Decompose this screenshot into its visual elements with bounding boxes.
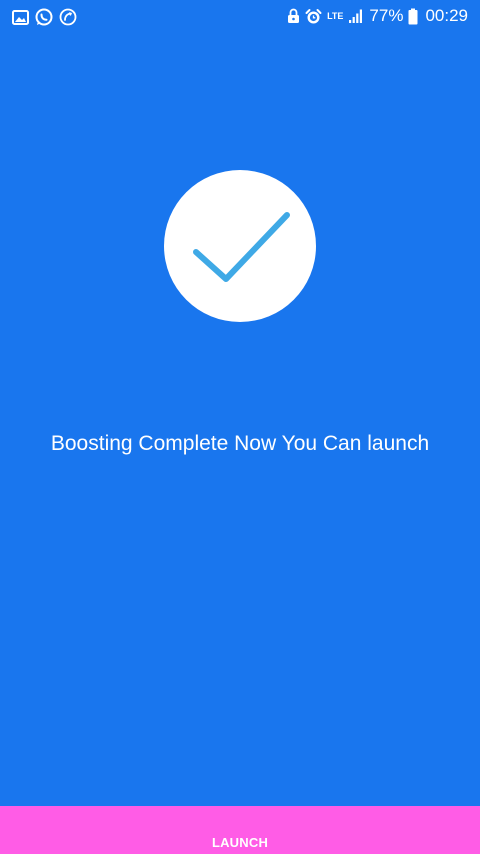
alarm-icon xyxy=(305,8,322,25)
launch-button[interactable]: LAUNCH xyxy=(0,806,480,854)
check-circle-icon xyxy=(164,170,316,322)
lock-icon xyxy=(287,8,300,24)
signal-icon xyxy=(348,8,364,24)
boost-complete-message: Boosting Complete Now You Can launch xyxy=(50,432,430,455)
status-bar: LTE 77% 00:29 xyxy=(0,0,480,34)
battery-icon xyxy=(408,8,418,25)
network-type: LTE xyxy=(327,10,344,21)
status-bar-notifications xyxy=(12,8,77,26)
launch-button-label: LAUNCH xyxy=(211,835,269,850)
clock: 00:29 xyxy=(425,6,468,25)
status-bar-system: LTE 77% 00:29 xyxy=(287,6,468,26)
boost-complete-screen: LTE 77% 00:29 Boosting Complete Now You … xyxy=(0,0,480,854)
phone-call-icon xyxy=(59,8,77,26)
gallery-icon xyxy=(12,9,29,25)
whatsapp-icon xyxy=(35,8,53,26)
battery-percent: 77% xyxy=(369,6,404,25)
lte-icon: LTE xyxy=(327,10,344,21)
